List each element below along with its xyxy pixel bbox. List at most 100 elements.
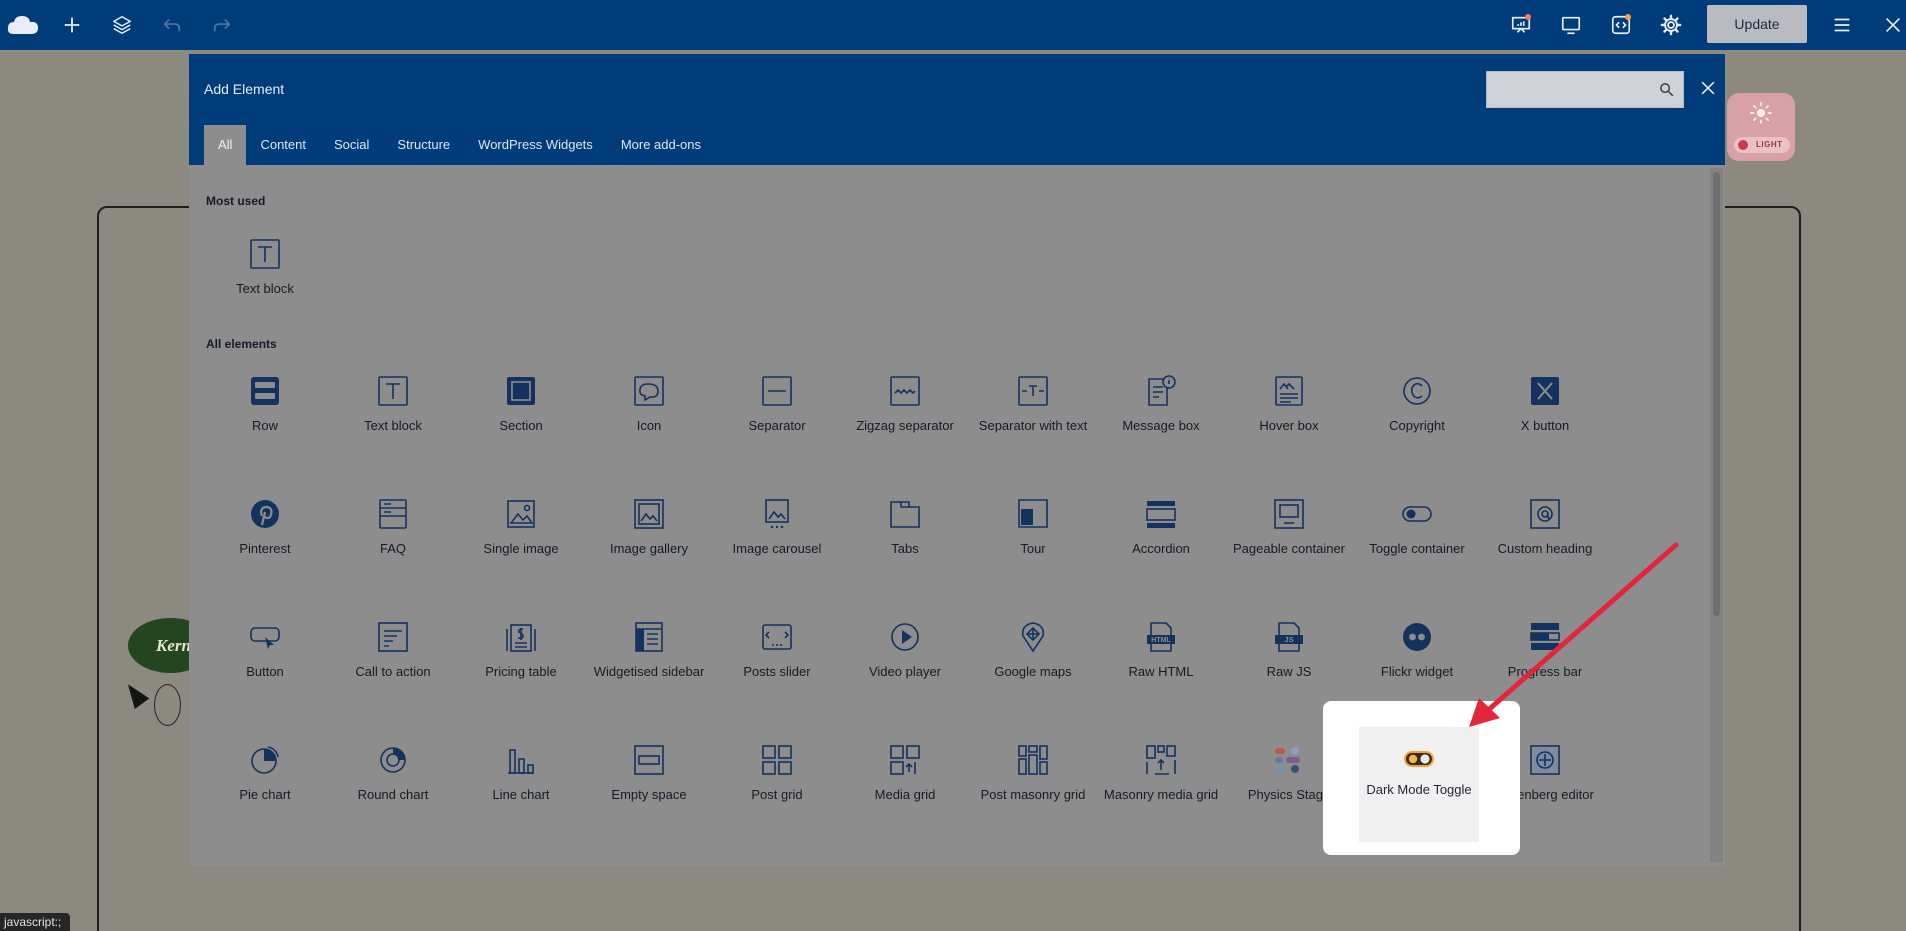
image-icon: [503, 496, 539, 532]
element-empty-space[interactable]: Empty space: [585, 732, 713, 842]
status-link-text: javascript:;: [0, 913, 70, 931]
tab-content[interactable]: Content: [246, 125, 320, 165]
redo-icon[interactable]: [207, 10, 237, 40]
element-label: Text block: [236, 281, 294, 296]
grid-icon: [759, 742, 795, 778]
element-raw-html[interactable]: HTML Raw HTML: [1097, 609, 1225, 719]
physics-stage-icon: [1271, 742, 1307, 778]
element-dark-mode-toggle[interactable]: Dark Mode Toggle: [1359, 727, 1479, 842]
element-label: Widgetised sidebar: [593, 664, 705, 679]
element-icon[interactable]: Icon: [585, 363, 713, 473]
element-label: Text block: [364, 418, 422, 433]
element-faq[interactable]: FAQ: [329, 486, 457, 596]
element-label: Row: [251, 418, 278, 433]
element-label: FAQ: [379, 541, 406, 556]
posts-slider-icon: [759, 619, 795, 655]
media-grid-icon: [887, 742, 923, 778]
code-icon[interactable]: [1606, 10, 1636, 40]
element-tabs[interactable]: Tabs: [841, 486, 969, 596]
monitor-icon[interactable]: [1556, 10, 1586, 40]
element-post-grid[interactable]: Post grid: [713, 732, 841, 842]
element-pageable-container[interactable]: Pageable container: [1225, 486, 1353, 596]
custom-heading-icon: [1527, 496, 1563, 532]
element-pinterest[interactable]: Pinterest: [201, 486, 329, 596]
close-icon[interactable]: [1878, 10, 1906, 40]
light-mode-label: LIGHT: [1734, 137, 1790, 153]
element-text-block[interactable]: Text block: [329, 363, 457, 473]
element-line-chart[interactable]: Line chart: [457, 732, 585, 842]
element-label: Pageable container: [1232, 541, 1346, 556]
element-copyright[interactable]: Copyright: [1353, 363, 1481, 473]
search-icon[interactable]: [1658, 81, 1675, 98]
svg-text:JS: JS: [1284, 635, 1293, 644]
separator-icon: [759, 373, 795, 409]
element-google-maps[interactable]: Google maps: [969, 609, 1097, 719]
element-label: Media grid: [874, 787, 936, 802]
call-to-action-icon: [375, 619, 411, 655]
element-custom-heading[interactable]: Custom heading: [1481, 486, 1609, 596]
element-toggle-container[interactable]: Toggle container: [1353, 486, 1481, 596]
element-label: Pie chart: [239, 787, 291, 802]
element-post-masonry-grid[interactable]: Post masonry grid: [969, 732, 1097, 842]
update-button[interactable]: Update: [1707, 5, 1807, 43]
element-image-gallery[interactable]: Image gallery: [585, 486, 713, 596]
tab-more-add-ons[interactable]: More add-ons: [607, 125, 715, 165]
element-pricing-table[interactable]: Pricing table: [457, 609, 585, 719]
line-chart-icon: [503, 742, 539, 778]
element-round-chart[interactable]: Round chart: [329, 732, 457, 842]
element-pie-chart[interactable]: Pie chart: [201, 732, 329, 842]
scrollbar-thumb[interactable]: [1713, 172, 1720, 616]
element-single-image[interactable]: Single image: [457, 486, 585, 596]
element-video-player[interactable]: Video player: [841, 609, 969, 719]
tab-structure[interactable]: Structure: [383, 125, 464, 165]
undo-icon[interactable]: [157, 10, 187, 40]
search-field[interactable]: [1486, 71, 1684, 108]
element-hover-box[interactable]: Hover box: [1225, 363, 1353, 473]
element-label: Separator: [748, 418, 806, 433]
element-image-carousel[interactable]: Image carousel: [713, 486, 841, 596]
plus-icon[interactable]: [57, 10, 87, 40]
tab-all[interactable]: All: [204, 125, 247, 165]
highlight-spotlight: Dark Mode Toggle: [1323, 701, 1520, 855]
element-x-button[interactable]: X button: [1481, 363, 1609, 473]
element-label: Hover box: [1259, 418, 1319, 433]
modal-header: Add Element All Content Social Structure…: [189, 54, 1725, 165]
modal-scrollbar[interactable]: [1710, 168, 1723, 862]
light-mode-toggle[interactable]: LIGHT: [1727, 93, 1795, 161]
menu-icon[interactable]: [1827, 10, 1857, 40]
gutenberg-icon: [1527, 742, 1563, 778]
dark-mode-toggle-icon: [1401, 741, 1437, 777]
element-accordion[interactable]: Accordion: [1097, 486, 1225, 596]
element-label: X button: [1520, 418, 1570, 433]
element-media-grid[interactable]: Media grid: [841, 732, 969, 842]
element-tour[interactable]: Tour: [969, 486, 1097, 596]
flickr-icon: [1399, 619, 1435, 655]
x-logo-icon: [1527, 373, 1563, 409]
element-zigzag-separator[interactable]: Zigzag separator: [841, 363, 969, 473]
element-widgetised-sidebar[interactable]: Widgetised sidebar: [585, 609, 713, 719]
element-separator[interactable]: Separator: [713, 363, 841, 473]
masonry-grid-icon: [1015, 742, 1051, 778]
element-text-block[interactable]: Text block: [201, 226, 329, 336]
element-message-box[interactable]: Message box: [1097, 363, 1225, 473]
image-gallery-icon: [631, 496, 667, 532]
element-label: Image gallery: [609, 541, 689, 556]
search-input[interactable]: [1487, 72, 1657, 107]
element-posts-slider[interactable]: Posts slider: [713, 609, 841, 719]
pricing-table-icon: [503, 619, 539, 655]
element-call-to-action[interactable]: Call to action: [329, 609, 457, 719]
tab-wordpress-widgets[interactable]: WordPress Widgets: [464, 125, 607, 165]
pie-chart-icon: [247, 742, 283, 778]
cloud-logo-icon[interactable]: [6, 10, 40, 40]
element-category-tabs: All Content Social Structure WordPress W…: [204, 125, 715, 165]
element-masonry-media-grid[interactable]: Masonry media grid: [1097, 732, 1225, 842]
element-button[interactable]: Button: [201, 609, 329, 719]
element-separator-with-text[interactable]: Separator with text: [969, 363, 1097, 473]
modal-close-button[interactable]: [1693, 73, 1723, 103]
layers-icon[interactable]: [107, 10, 137, 40]
presentation-icon[interactable]: [1506, 10, 1536, 40]
settings-icon[interactable]: [1656, 10, 1686, 40]
element-section[interactable]: Section: [457, 363, 585, 473]
tab-social[interactable]: Social: [320, 125, 383, 165]
element-row[interactable]: Row: [201, 363, 329, 473]
